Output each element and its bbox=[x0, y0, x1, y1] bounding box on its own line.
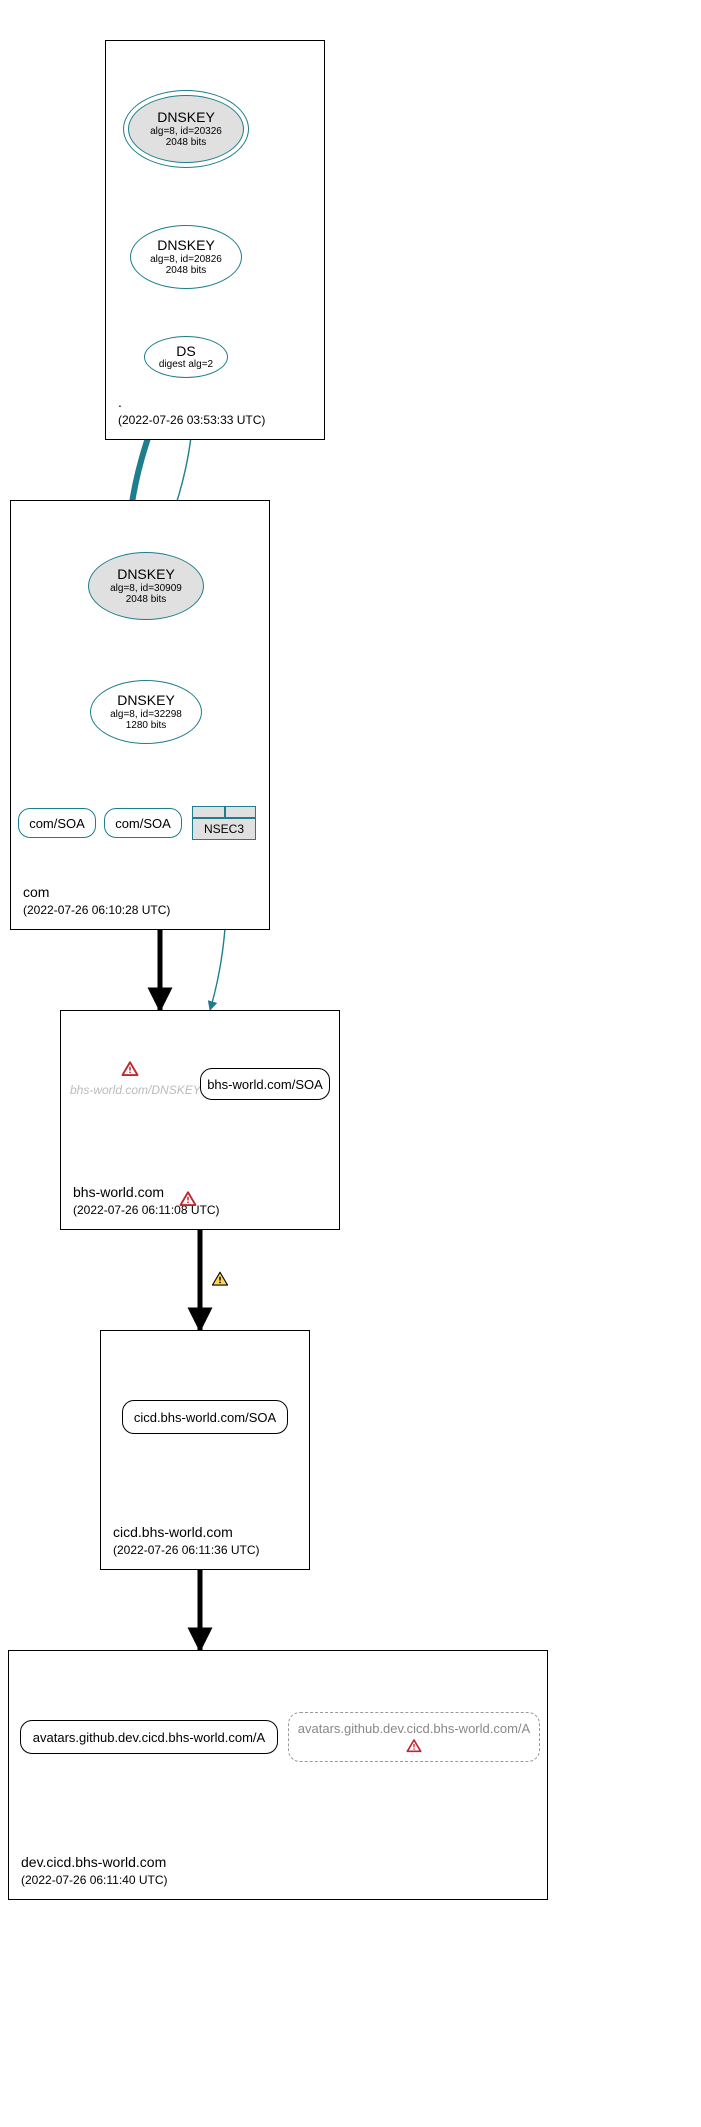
node-nsec3[interactable]: NSEC3 bbox=[192, 806, 256, 840]
node-root-ds[interactable]: DS digest alg=2 bbox=[144, 336, 228, 378]
node-com-ksk[interactable]: DNSKEY alg=8, id=30909 2048 bits bbox=[88, 552, 204, 620]
zone-bhs-name: bhs-world.com bbox=[73, 1183, 164, 1203]
zone-dev-name: dev.cicd.bhs-world.com bbox=[21, 1853, 168, 1873]
zone-com-name: com bbox=[23, 883, 170, 903]
error-icon bbox=[120, 1060, 140, 1078]
node-bhs-dnskey-missing[interactable]: bhs-world.com/DNSKEY bbox=[70, 1083, 201, 1097]
zone-dev: dev.cicd.bhs-world.com (2022-07-26 06:11… bbox=[8, 1650, 548, 1900]
zone-bhs-world: bhs-world.com (2022-07-26 06:11:08 UTC) bbox=[60, 1010, 340, 1230]
zone-root-name: . bbox=[118, 393, 265, 413]
zone-cicd: cicd.bhs-world.com (2022-07-26 06:11:36 … bbox=[100, 1330, 310, 1570]
node-com-zsk[interactable]: DNSKEY alg=8, id=32298 1280 bits bbox=[90, 680, 202, 744]
node-dev-a-error[interactable]: avatars.github.dev.cicd.bhs-world.com/A bbox=[288, 1712, 540, 1762]
zone-com-timestamp: (2022-07-26 06:10:28 UTC) bbox=[23, 902, 170, 919]
dnsviz-graph: . (2022-07-26 03:53:33 UTC) DNSKEY alg=8… bbox=[0, 0, 701, 2127]
zone-cicd-timestamp: (2022-07-26 06:11:36 UTC) bbox=[113, 1542, 260, 1559]
node-cicd-soa[interactable]: cicd.bhs-world.com/SOA bbox=[122, 1400, 288, 1434]
node-dev-a-ok[interactable]: avatars.github.dev.cicd.bhs-world.com/A bbox=[20, 1720, 278, 1754]
error-icon bbox=[178, 1190, 198, 1208]
node-root-ksk[interactable]: DNSKEY alg=8, id=20326 2048 bits bbox=[128, 95, 244, 163]
error-icon bbox=[405, 1738, 423, 1754]
zone-dev-timestamp: (2022-07-26 06:11:40 UTC) bbox=[21, 1872, 168, 1889]
zone-cicd-name: cicd.bhs-world.com bbox=[113, 1523, 260, 1543]
node-com-soa-1[interactable]: com/SOA bbox=[18, 808, 96, 838]
node-root-zsk[interactable]: DNSKEY alg=8, id=20826 2048 bits bbox=[130, 225, 242, 289]
warning-icon bbox=[210, 1270, 230, 1288]
node-com-soa-2[interactable]: com/SOA bbox=[104, 808, 182, 838]
zone-root-timestamp: (2022-07-26 03:53:33 UTC) bbox=[118, 412, 265, 429]
node-bhs-soa[interactable]: bhs-world.com/SOA bbox=[200, 1068, 330, 1100]
